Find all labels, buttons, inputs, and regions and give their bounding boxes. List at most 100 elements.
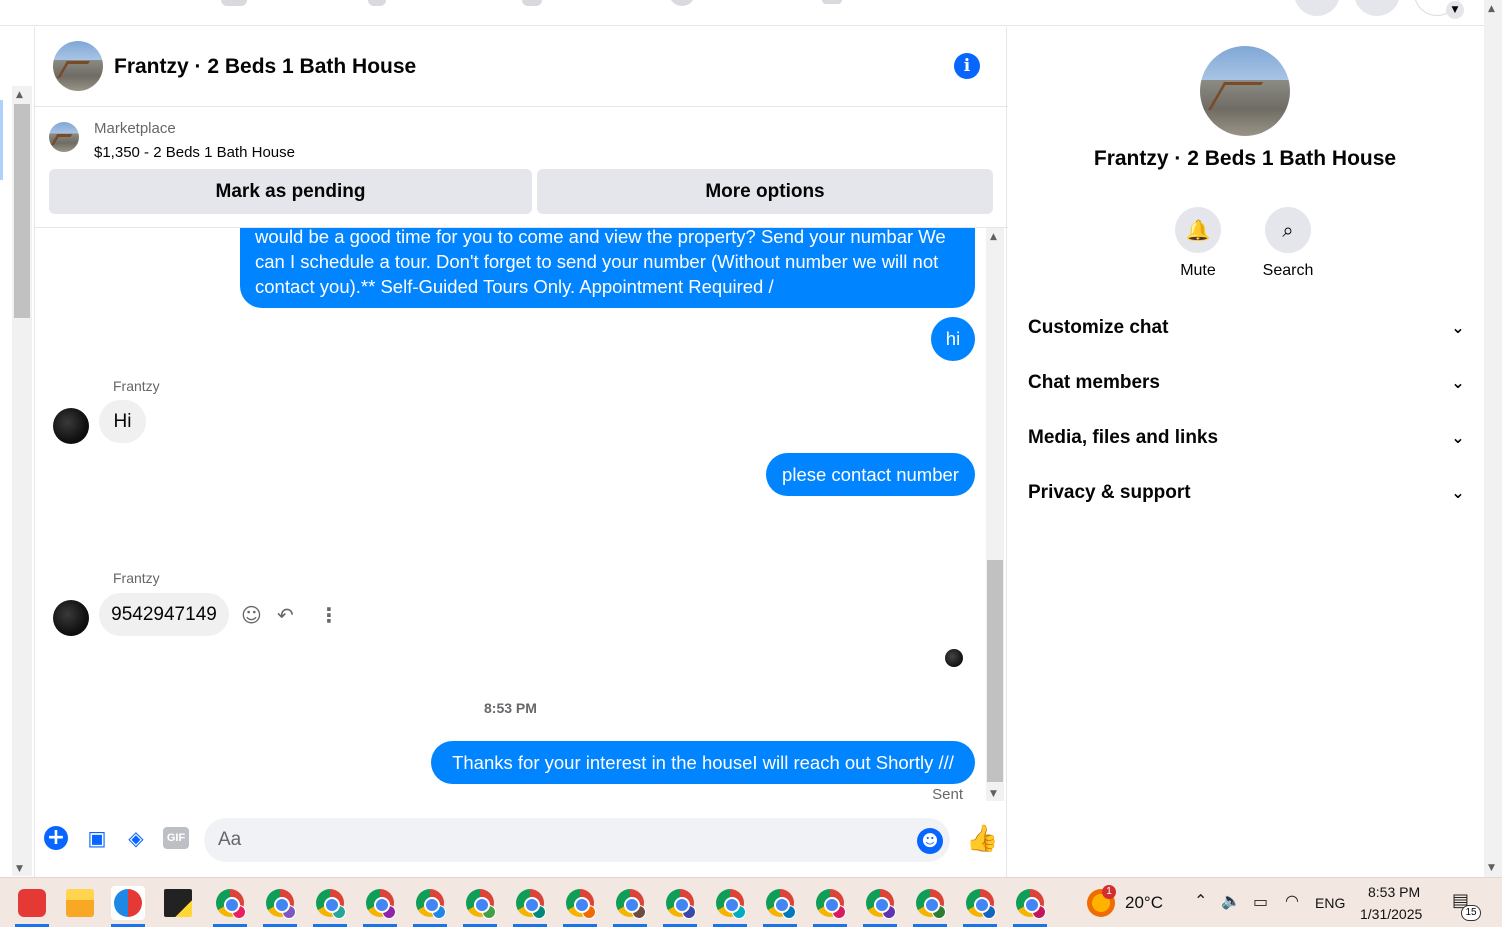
nav-gaming-icon[interactable] <box>822 0 842 4</box>
taskbar-sticky-notes[interactable] <box>161 886 195 920</box>
taskbar-chrome-window[interactable] <box>463 886 497 927</box>
language-indicator[interactable]: ENG <box>1315 895 1345 911</box>
section-customize-chat[interactable]: Customize chat ⌄ <box>1028 308 1468 348</box>
profile-badge-icon <box>382 905 396 919</box>
profile-badge-icon <box>482 905 496 919</box>
taskbar-chrome-window[interactable] <box>413 886 447 927</box>
scroll-down-icon[interactable]: ▼ <box>16 864 23 874</box>
nav-groups-icon[interactable] <box>669 0 695 6</box>
message-scrollbar-thumb[interactable] <box>987 560 1003 782</box>
taskbar-chrome-window[interactable] <box>213 886 247 927</box>
sender-avatar[interactable] <box>53 408 89 444</box>
info-title: Frantzy · 2 Beds 1 Bath House <box>1093 147 1397 170</box>
account-chevron-down-icon[interactable]: ▼ <box>1446 1 1464 19</box>
listing-avatar[interactable] <box>53 41 103 91</box>
chevron-up-icon[interactable]: ⌃ <box>1194 891 1207 910</box>
weather-temp[interactable]: 20°C <box>1125 893 1163 913</box>
bell-icon[interactable]: 🔔 <box>1175 207 1221 253</box>
gif-icon[interactable]: GIF <box>163 827 189 849</box>
mute-label: Mute <box>1180 262 1216 279</box>
chrome-icon <box>966 889 996 919</box>
scroll-up-icon[interactable]: ▲ <box>990 232 997 242</box>
message-scrollbar[interactable]: ▲ ▼ <box>986 228 1004 801</box>
reply-icon[interactable]: ↶ <box>277 603 294 627</box>
taskbar-chrome-window[interactable] <box>313 886 347 927</box>
taskbar-chrome-window[interactable] <box>863 886 897 927</box>
photo-icon[interactable]: ▣ <box>85 826 109 850</box>
taskbar-file-explorer[interactable] <box>63 886 97 920</box>
taskbar-app-red[interactable] <box>15 886 49 927</box>
taskbar-chrome-window[interactable] <box>813 886 847 927</box>
taskbar-chrome-window[interactable] <box>613 886 647 927</box>
outgoing-message-long[interactable]: would be a good time for you to come and… <box>240 228 975 308</box>
search-action[interactable]: ⌕ Search <box>1248 207 1328 280</box>
search-icon[interactable]: ⌕ <box>1265 207 1311 253</box>
plus-icon[interactable]: + <box>44 826 68 850</box>
thumbs-up-icon[interactable]: 👍 <box>966 824 998 854</box>
taskbar-chrome-window[interactable] <box>563 886 597 927</box>
messenger-window: ▼ ▲ ▼ Frantzy · 2 Beds 1 Bath House i Ma… <box>0 0 1502 927</box>
scroll-down-icon[interactable]: ▼ <box>990 789 997 799</box>
sender-avatar[interactable] <box>53 600 89 636</box>
sticker-icon[interactable]: ◈ <box>124 826 148 850</box>
battery-icon[interactable]: ▭ <box>1253 892 1268 911</box>
section-privacy-support[interactable]: Privacy & support ⌄ <box>1028 473 1468 513</box>
scroll-down-icon[interactable]: ▼ <box>1488 863 1495 873</box>
emoji-icon[interactable]: ☻ <box>917 828 943 854</box>
sender-name: Frantzy <box>113 570 160 586</box>
time-separator: 8:53 PM <box>484 700 537 716</box>
taskbar-chrome-window[interactable] <box>263 886 297 927</box>
menu-grid-icon[interactable] <box>1294 0 1340 16</box>
taskbar-chrome-window[interactable] <box>1013 886 1047 927</box>
section-media-files-links[interactable]: Media, files and links ⌄ <box>1028 418 1468 458</box>
browser-scrollbar[interactable]: ▲ ▼ <box>1484 0 1502 877</box>
scroll-up-icon[interactable]: ▲ <box>1488 4 1495 14</box>
scissors-icon <box>114 889 142 917</box>
section-label: Privacy & support <box>1028 482 1191 503</box>
more-vertical-icon[interactable]: ⋮ <box>319 603 339 627</box>
info-listing-avatar[interactable] <box>1200 46 1290 136</box>
mute-action[interactable]: 🔔 Mute <box>1158 207 1238 280</box>
clock-date[interactable]: 1/31/2025 <box>1360 906 1422 922</box>
chat-title[interactable]: Frantzy · 2 Beds 1 Bath House <box>114 55 416 79</box>
nav-marketplace-icon[interactable] <box>522 0 542 6</box>
listing-thumbnail[interactable] <box>49 122 79 152</box>
taskbar-chrome-window[interactable] <box>363 886 397 927</box>
message-input[interactable] <box>204 818 950 862</box>
message-list: would be a good time for you to come and… <box>35 228 1008 808</box>
listing-price-title[interactable]: $1,350 - 2 Beds 1 Bath House <box>94 144 295 161</box>
section-chat-members[interactable]: Chat members ⌄ <box>1028 363 1468 403</box>
react-smiley-icon[interactable]: ☺ <box>241 603 262 627</box>
more-options-button[interactable]: More options <box>537 169 993 214</box>
taskbar-chrome-window[interactable] <box>963 886 997 927</box>
chrome-icon <box>716 889 746 919</box>
profile-badge-icon <box>1032 905 1046 919</box>
taskbar-snipping-tool[interactable] <box>111 886 145 927</box>
outgoing-message-contact[interactable]: plese contact number <box>766 453 975 496</box>
taskbar-chrome-window[interactable] <box>513 886 547 927</box>
chrome-icon <box>666 889 696 919</box>
outgoing-message-thanks[interactable]: Thanks for your interest in the houseI w… <box>431 741 975 784</box>
weather-badge: 1 <box>1102 885 1116 899</box>
page-scrollbar[interactable]: ▲ ▼ <box>12 86 32 876</box>
weather-widget[interactable]: 1 <box>1084 885 1118 920</box>
sender-name: Frantzy <box>113 378 160 394</box>
mark-as-pending-button[interactable]: Mark as pending <box>49 169 532 214</box>
taskbar-chrome-window[interactable] <box>763 886 797 927</box>
wifi-icon[interactable]: ◠ <box>1285 891 1299 910</box>
scroll-up-icon[interactable]: ▲ <box>16 90 23 100</box>
incoming-message-hi[interactable]: Hi <box>99 400 146 443</box>
page-scrollbar-thumb[interactable] <box>14 104 30 318</box>
profile-badge-icon <box>982 905 996 919</box>
speaker-icon[interactable]: 🔈 <box>1221 891 1241 910</box>
outgoing-message-hi[interactable]: hi <box>931 317 975 361</box>
nav-home-icon[interactable] <box>221 0 247 6</box>
taskbar-chrome-window[interactable] <box>713 886 747 927</box>
taskbar-chrome-window[interactable] <box>913 886 947 927</box>
clock-time[interactable]: 8:53 PM <box>1368 884 1420 900</box>
incoming-message-number[interactable]: 9542947149 <box>99 593 229 636</box>
taskbar-chrome-window[interactable] <box>663 886 697 927</box>
nav-video-icon[interactable] <box>368 0 386 6</box>
info-icon[interactable]: i <box>954 53 980 79</box>
messenger-icon[interactable] <box>1354 0 1400 16</box>
